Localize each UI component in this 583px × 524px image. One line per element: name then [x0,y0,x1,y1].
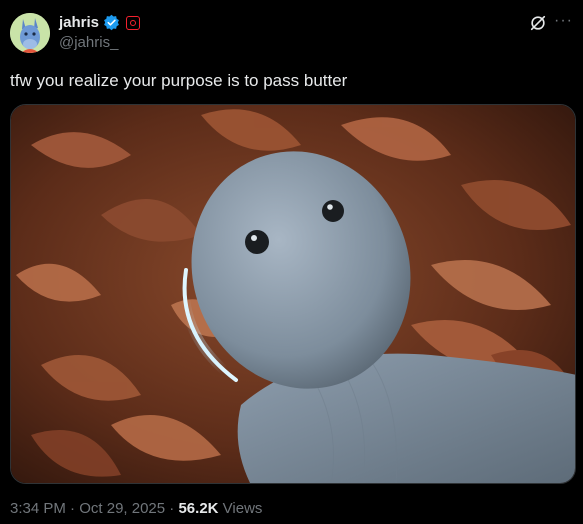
tweet-photo[interactable] [10,104,576,484]
tweet-text: tfw you realize your purpose is to pass … [10,71,348,90]
views-count: 56.2K [178,500,219,517]
affiliate-badge-icon[interactable] [126,15,141,30]
tweet-header: jahris @jahris_ ··· [10,10,573,54]
robot-in-leaves-image [11,105,575,483]
display-name[interactable]: jahris [59,14,99,31]
meta-separator: · [70,500,76,517]
avatar[interactable] [10,13,50,53]
tweet-meta: 3:34 PM · Oct 29, 2025 · 56.2K Views [10,500,262,517]
grok-icon[interactable] [529,14,547,32]
views-label: Views [222,500,263,517]
tweet-date[interactable]: Oct 29, 2025 [79,500,165,517]
tweet-time[interactable]: 3:34 PM [10,500,66,517]
handle[interactable]: @jahris_ [59,34,118,51]
donkey-avatar-icon [10,13,50,53]
meta-separator: · [169,500,175,517]
more-options-icon[interactable]: ··· [554,12,573,30]
verified-badge-icon[interactable] [103,14,120,31]
